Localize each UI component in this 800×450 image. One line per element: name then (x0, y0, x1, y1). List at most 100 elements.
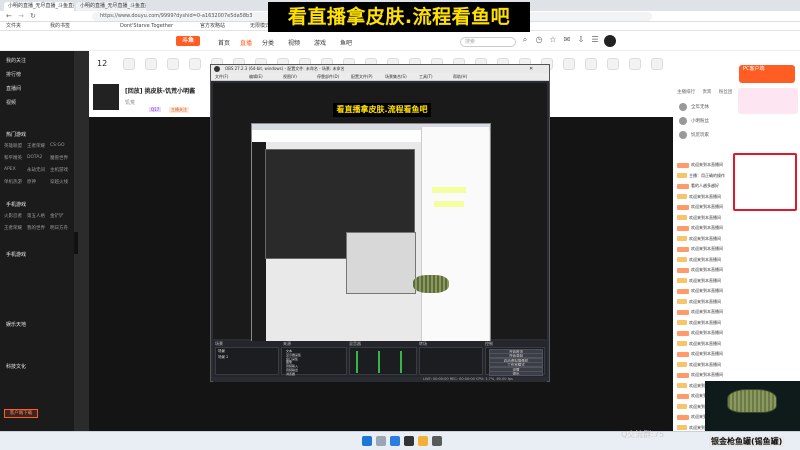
obs-menu-item[interactable]: 停靠部件(D) (317, 74, 339, 80)
bookmark[interactable]: 文件夹 (6, 23, 21, 30)
obs-menu-item[interactable]: 文件(F) (215, 74, 228, 80)
download-client-button[interactable]: 客户端下载 (4, 409, 38, 418)
sidebar-item-live[interactable]: 直播间 (6, 85, 21, 92)
room-category[interactable]: 饥荒 (125, 99, 135, 106)
obs-preview[interactable]: 看直播拿皮肤.流程看鱼吧 (213, 83, 547, 351)
sidebar-category-link[interactable]: CS:GO (50, 143, 65, 148)
sidebar-category-link[interactable]: 魔兽世界 (50, 155, 68, 161)
download-icon[interactable]: ⇩ (576, 35, 586, 45)
gift-icon[interactable] (585, 58, 597, 70)
gift-icon[interactable] (629, 58, 641, 70)
bookmark[interactable]: 无限模式 (250, 23, 270, 30)
control-button[interactable]: 退出 (489, 371, 543, 376)
history-icon[interactable]: ◷ (534, 35, 544, 45)
sidebar-category-link[interactable]: 和平精英 (4, 155, 22, 161)
star-icon[interactable]: ☆ (548, 35, 558, 45)
sidebar-category-link[interactable]: 我的世界 (27, 225, 45, 231)
avatar (679, 131, 687, 139)
message-icon[interactable]: ✉ (562, 35, 572, 45)
nav-games[interactable]: 游戏 (314, 38, 326, 47)
site-logo[interactable]: 斗鱼 (176, 36, 200, 46)
controls-dock[interactable]: 开始推流 开始录制 启动虚拟摄像机 工作室模式 设置 退出 (485, 347, 545, 376)
browser-icon[interactable] (390, 436, 400, 446)
nav-live[interactable]: 直播 (240, 38, 252, 47)
sidebar-category-link[interactable]: 穿越火线 (50, 179, 68, 185)
sidebar-collapse-handle[interactable] (74, 232, 78, 254)
sidebar-category-link[interactable]: 单机热游 (4, 179, 22, 185)
nav-home[interactable]: 首页 (218, 38, 230, 47)
search-icon[interactable] (376, 436, 386, 446)
room-tag: 主播关注 (169, 107, 189, 113)
fan-badge (677, 236, 687, 241)
sidebar-item-video[interactable]: 视频 (6, 99, 16, 106)
gift-icon[interactable] (563, 58, 575, 70)
obs-menu-item[interactable]: 帮助(H) (453, 74, 467, 80)
start-icon[interactable] (362, 436, 372, 446)
menu-icon[interactable]: ☰ (590, 35, 600, 45)
obs-menu-item[interactable]: 视图(V) (283, 74, 297, 80)
sidebar-category-link[interactable]: 王者荣耀 (27, 143, 45, 149)
sidebar-item-rank[interactable]: 排行榜 (6, 71, 21, 78)
sidebar-category-link[interactable]: 英雄联盟 (4, 143, 22, 149)
scene-item[interactable]: 场景 2 (218, 355, 228, 360)
sidebar-category-link[interactable]: 原神 (27, 179, 36, 185)
tab-fans[interactable]: 粉丝团 (719, 90, 733, 95)
chat-message-text: 欢迎来到本直播间 (689, 340, 721, 346)
source-item[interactable]: 浏览器 (286, 372, 295, 376)
browser-tab[interactable]: 小明的直播_无尽直播_斗鱼直播 (76, 2, 146, 11)
gift-icon[interactable] (651, 58, 663, 70)
obs-menu-item[interactable]: 工具(T) (419, 74, 433, 80)
obs-menu-item[interactable]: 编辑(E) (249, 74, 263, 80)
rank-user[interactable]: 小明粉丝 (677, 117, 797, 127)
nav-video[interactable]: 视频 (288, 38, 300, 47)
gift-icon[interactable] (123, 58, 135, 70)
back-icon[interactable]: ← (6, 12, 12, 21)
rank-user[interactable]: 饥荒玩家 (677, 131, 797, 141)
nav-fishbar[interactable]: 鱼吧 (340, 38, 352, 47)
refresh-icon[interactable]: ↻ (30, 12, 36, 21)
sidebar-category-link[interactable]: 主机游戏 (50, 167, 68, 173)
bookmark[interactable]: 我的书签 (50, 23, 70, 30)
sidebar-category-link[interactable]: 第五人格 (27, 213, 45, 219)
forward-icon[interactable]: → (18, 12, 24, 21)
search-icon[interactable]: ⌕ (520, 35, 530, 45)
tab-rank[interactable]: 主播排行 (677, 90, 695, 95)
user-avatar[interactable] (604, 35, 616, 47)
bookmark[interactable]: 官方攻略站 (200, 23, 225, 30)
mixer-dock[interactable] (349, 347, 417, 375)
bookmark[interactable]: Dont'Starve Together (120, 23, 173, 30)
sidebar-category-link[interactable]: 永劫无间 (27, 167, 45, 173)
sidebar-category-link[interactable]: 明日方舟 (50, 225, 68, 231)
search-input[interactable]: 搜索 (460, 37, 516, 47)
obs-menu-item[interactable]: 场景集合(S) (385, 74, 407, 80)
gift-icon[interactable] (189, 58, 201, 70)
sidebar-category-link[interactable]: 金铲铲 (50, 213, 64, 219)
scenes-dock[interactable]: 场景 场景 2 (215, 347, 279, 375)
obs-window[interactable]: OBS 27.2.3 (64-bit, windows) - 配置文件: 未命名… (210, 64, 550, 382)
obs-docks: 场景 来源 混音器 转场 控制 场景 场景 2 文本 显示器采集 窗口采集 图像 音频输… (213, 341, 547, 377)
sidebar-item-follow[interactable]: 我的关注 (6, 57, 26, 64)
close-icon[interactable]: ✕ (529, 65, 533, 73)
app-icon[interactable] (432, 436, 442, 446)
gift-icon[interactable] (607, 58, 619, 70)
obs-menu-item[interactable]: 配置文件(P) (351, 74, 373, 80)
folder-icon[interactable] (418, 436, 428, 446)
sidebar-section-title: 科技文化 (6, 364, 27, 370)
browser-tab[interactable]: 小明的直播_无尽直播_斗鱼直播 (4, 2, 74, 11)
sidebar-category-link[interactable]: 王者荣耀 (4, 225, 22, 231)
nav-category[interactable]: 分类 (262, 38, 274, 47)
obs-icon[interactable] (404, 436, 414, 446)
tab-vip[interactable]: 贵宾 (702, 90, 711, 95)
transitions-dock[interactable] (419, 347, 483, 375)
streamer-avatar[interactable] (93, 84, 119, 110)
scene-item[interactable]: 场景 (218, 349, 225, 354)
sidebar-section-title: 娱乐天地 (6, 322, 27, 328)
sidebar-category-link[interactable]: APEX (4, 167, 16, 172)
client-banner[interactable]: PC客户端 (739, 65, 795, 83)
promo-banner[interactable] (738, 88, 798, 114)
gift-icon[interactable] (145, 58, 157, 70)
gift-icon[interactable] (167, 58, 179, 70)
sources-dock[interactable]: 文本 显示器采集 窗口采集 图像 音频输入 音频输出 浏览器 (281, 347, 347, 376)
sidebar-category-link[interactable]: DOTA2 (27, 155, 42, 160)
sidebar-category-link[interactable]: 火影忍者 (4, 213, 22, 219)
